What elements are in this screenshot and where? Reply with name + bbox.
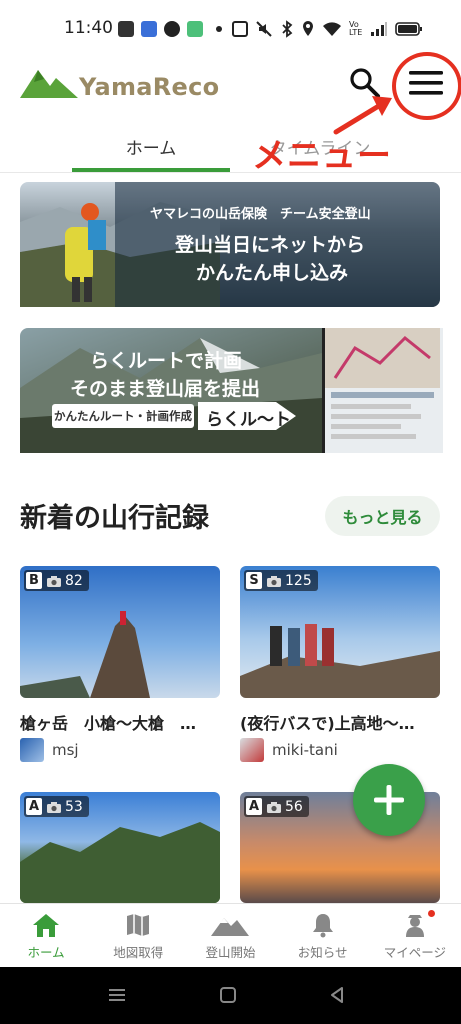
system-icons: Vo LTE [232,20,423,38]
insurance-banner-line2: かんたん申し込み [196,262,349,284]
logo-text[interactable]: YamaReco [79,73,219,101]
home-icon [33,914,60,937]
nav-mypage[interactable]: マイページ [369,904,461,968]
bottom-nav: ホーム 地図取得 登山開始 お知らせ マイページ [0,903,461,968]
camera-icon [267,575,281,587]
avatar [240,738,264,762]
nfc-icon [232,21,248,37]
dot-icon [216,26,222,32]
camera-icon [267,801,281,813]
grade-label: S [246,572,262,589]
record-badge: A 56 [244,796,309,817]
section-title: 新着の山行記録 [20,503,209,534]
map-icon [127,914,150,936]
route-banner-pill: かんたんルート・計画作成 [52,404,194,428]
grade-label: A [246,798,262,815]
nav-notifications[interactable]: お知らせ [277,904,369,968]
record-user[interactable]: msj [20,738,79,762]
bluetooth-icon [282,20,293,38]
route-banner-line2: そのまま登山届を提出 [70,378,261,400]
record-title[interactable]: (夜行バスで)上高地〜… [240,710,440,734]
nav-label: 登山開始 [205,945,256,960]
record-badge: A 53 [24,796,89,817]
app-icon [141,21,157,37]
route-banner-line1: らくルートで計画 [90,350,243,372]
photo-count: 82 [65,572,83,589]
mountain-icon [211,918,250,936]
nav-start-climb[interactable]: 登山開始 [184,904,276,968]
logo-mountain-icon[interactable] [20,66,78,100]
facebook-icon [164,21,180,37]
record-title[interactable]: 槍ヶ岳 小槍〜大槍 … [20,710,220,734]
status-time: 11:40 [64,18,113,38]
avatar [20,738,44,762]
nav-map[interactable]: 地図取得 [92,904,184,968]
camera-icon [47,575,61,587]
nav-label: 地図取得 [113,945,164,960]
notification-icons [118,20,222,38]
photo-count: 53 [65,798,83,815]
home-nav-icon[interactable] [219,986,237,1004]
annotation-arrow-icon [333,96,392,135]
photo-count: 125 [285,572,312,589]
hiker-icon [405,915,424,937]
line-icon [187,21,203,37]
record-user[interactable]: miki-tani [240,738,338,762]
tab-home[interactable]: ホーム [72,120,230,172]
menu-icon[interactable] [407,68,445,98]
route-banner-arrow-label: らくル〜ト [206,410,291,430]
more-button[interactable]: もっと見る [325,496,440,536]
back-icon[interactable] [329,986,345,1004]
nav-label: お知らせ [297,945,348,960]
user-name: msj [52,741,79,759]
nav-home[interactable]: ホーム [0,904,92,968]
record-badge: S 125 [244,570,318,591]
notification-dot [427,910,435,917]
add-record-button[interactable] [353,764,425,836]
signal-icon [371,22,387,36]
phone-map-preview [322,328,443,453]
notification-icon [118,21,134,37]
mute-icon [256,21,272,37]
volte-icon: Vo LTE [349,20,363,37]
location-icon [303,21,313,36]
wifi-icon [323,22,341,36]
system-nav-bar [0,967,461,1024]
camera-icon [47,801,61,813]
recent-apps-icon[interactable] [108,987,126,1003]
photo-count: 56 [285,798,303,815]
insurance-banner-line1: 登山当日にネットから [175,234,366,256]
bell-icon [312,914,333,938]
nav-label: マイページ [383,945,446,960]
grade-label: A [26,798,42,815]
tab-active-indicator [72,168,230,172]
plus-icon [374,785,404,815]
map-preview-icon [325,328,440,439]
nav-label: ホーム [27,945,65,960]
grade-label: B [26,572,42,589]
record-badge: B 82 [24,570,89,591]
battery-icon [395,22,422,36]
insurance-banner-caption: ヤマレコの山岳保険 チーム安全登山 [150,207,371,222]
user-name: miki-tani [272,741,338,759]
